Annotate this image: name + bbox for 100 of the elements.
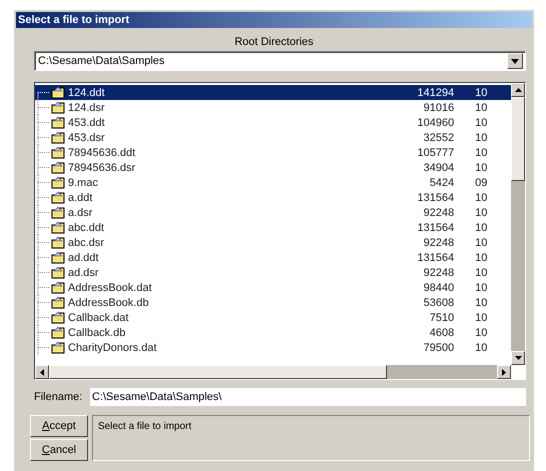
file-date: 10 (474, 282, 488, 294)
file-date: 10 (474, 312, 488, 324)
file-name: ad.ddt (68, 252, 100, 264)
file-date: 10 (474, 132, 488, 144)
file-date: 10 (474, 86, 488, 98)
folder-icon (51, 176, 66, 189)
file-size: 105777 (416, 146, 454, 158)
folder-icon (51, 341, 66, 354)
file-row[interactable]: 124.ddt 141294 10 (35, 85, 511, 100)
file-size: 141294 (416, 86, 454, 98)
root-directory-dropdown[interactable]: C:\Sesame\Data\Samples (34, 51, 526, 71)
file-name: 453.dsr (68, 132, 106, 144)
horizontal-scrollbar[interactable] (35, 365, 511, 379)
message-text: Select a file to import (98, 421, 192, 432)
file-date: 10 (474, 296, 488, 308)
folder-icon (51, 131, 66, 144)
scroll-thumb[interactable] (511, 97, 525, 181)
file-size: 5424 (428, 176, 454, 188)
file-name: Callback.dat (68, 312, 130, 324)
file-row[interactable]: AddressBook.db 53608 10 (35, 295, 511, 310)
folder-icon (51, 161, 66, 174)
tree-line (37, 310, 51, 325)
file-size: 131564 (416, 192, 454, 204)
scroll-up-icon[interactable] (511, 83, 525, 97)
file-row[interactable]: Callback.dat 7510 10 (35, 310, 511, 325)
vertical-scrollbar[interactable] (511, 83, 525, 365)
file-row[interactable]: CharityDonors.dat 79500 10 (35, 340, 511, 355)
file-row[interactable]: AddressBook.dat 98440 10 (35, 280, 511, 295)
file-date: 10 (474, 326, 488, 338)
file-date: 10 (474, 236, 488, 248)
file-date: 10 (474, 222, 488, 234)
file-name: a.ddt (68, 192, 94, 204)
file-size: 92248 (422, 266, 454, 278)
folder-icon (51, 86, 66, 99)
tree-line (37, 295, 51, 310)
file-date: 10 (474, 102, 488, 114)
file-row[interactable]: ad.dsr 92248 10 (35, 265, 511, 280)
file-name: Callback.db (68, 326, 126, 338)
tree-line (37, 220, 51, 235)
file-name: CharityDonors.dat (68, 342, 158, 354)
file-date: 10 (474, 252, 488, 264)
tree-line (37, 250, 51, 265)
file-name: a.dsr (68, 206, 94, 218)
file-row[interactable]: ad.ddt 131564 10 (35, 250, 511, 265)
folder-icon (51, 191, 66, 204)
file-row[interactable]: 78945636.dsr 34904 10 (35, 160, 511, 175)
tree-line (37, 280, 51, 295)
accept-button[interactable]: Accept (30, 415, 88, 437)
file-row[interactable]: 453.ddt 104960 10 (35, 115, 511, 130)
file-date: 10 (474, 116, 488, 128)
file-size: 4608 (428, 326, 454, 338)
file-row[interactable]: abc.dsr 92248 10 (35, 235, 511, 250)
file-name: 78945636.ddt (68, 146, 136, 158)
file-size: 91016 (422, 102, 454, 114)
tree-line (37, 325, 51, 340)
file-name: 124.dsr (68, 102, 106, 114)
folder-icon (51, 326, 66, 339)
scroll-left-icon[interactable] (35, 365, 49, 379)
folder-icon (51, 101, 66, 114)
tree-line (37, 160, 51, 175)
folder-icon (51, 116, 66, 129)
file-date: 10 (474, 192, 488, 204)
file-row[interactable]: abc.ddt 131564 10 (35, 220, 511, 235)
tree-line (37, 130, 51, 145)
file-name: 124.ddt (68, 86, 106, 98)
file-date: 10 (474, 146, 488, 158)
folder-icon (51, 266, 66, 279)
folder-icon (51, 206, 66, 219)
folder-icon (51, 221, 66, 234)
file-name: AddressBook.db (68, 296, 150, 308)
file-row[interactable]: 78945636.ddt 105777 10 (35, 145, 511, 160)
file-size: 92248 (422, 236, 454, 248)
folder-icon (51, 311, 66, 324)
window-title: Select a file to import (18, 14, 130, 26)
folder-icon (51, 296, 66, 309)
folder-icon (51, 236, 66, 249)
file-size: 98440 (422, 282, 454, 294)
file-row[interactable]: 9.mac 5424 09 (35, 175, 511, 190)
file-size: 131564 (416, 252, 454, 264)
file-name: abc.ddt (68, 222, 106, 234)
file-row[interactable]: Callback.db 4608 10 (35, 325, 511, 340)
file-row[interactable]: a.ddt 131564 10 (35, 190, 511, 205)
file-name: ad.dsr (68, 266, 100, 278)
file-name: 9.mac (68, 176, 99, 188)
scroll-right-icon[interactable] (497, 365, 511, 379)
scroll-thumb[interactable] (49, 365, 387, 379)
file-row[interactable]: a.dsr 92248 10 (35, 205, 511, 220)
tree-line (37, 265, 51, 280)
tree-line (37, 175, 51, 190)
cancel-button[interactable]: Cancel (30, 439, 88, 461)
folder-icon (51, 281, 66, 294)
tree-line (37, 115, 51, 130)
filename-field[interactable]: C:\Sesame\Data\Samples\ (90, 388, 526, 406)
tree-line (37, 205, 51, 220)
scroll-down-icon[interactable] (511, 351, 525, 365)
file-date: 10 (474, 266, 488, 278)
file-row[interactable]: 124.dsr 91016 10 (35, 100, 511, 115)
file-size: 92248 (422, 206, 454, 218)
file-row[interactable]: 453.dsr 32552 10 (35, 130, 511, 145)
file-name: abc.dsr (68, 236, 106, 248)
